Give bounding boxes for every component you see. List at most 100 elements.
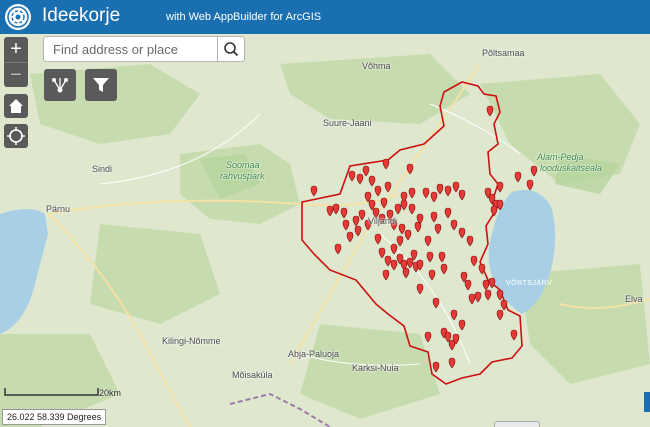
place-label-suure-jaani: Suure-Jaani — [323, 118, 372, 128]
idea-marker-pin-icon[interactable] — [450, 219, 458, 231]
idea-marker-pin-icon[interactable] — [486, 105, 494, 117]
idea-marker-pin-icon[interactable] — [402, 267, 410, 279]
zoom-control: + − — [4, 37, 28, 87]
idea-marker-pin-icon[interactable] — [458, 319, 466, 331]
share-button[interactable] — [44, 69, 76, 101]
idea-marker-pin-icon[interactable] — [470, 255, 478, 267]
idea-marker-pin-icon[interactable] — [362, 165, 370, 177]
search-input[interactable] — [44, 37, 219, 61]
idea-marker-pin-icon[interactable] — [526, 179, 534, 191]
scale-label: 20km — [99, 388, 122, 398]
idea-marker-pin-icon[interactable] — [368, 175, 376, 187]
idea-marker-pin-icon[interactable] — [352, 215, 360, 227]
idea-marker-pin-icon[interactable] — [432, 297, 440, 309]
idea-marker-pin-icon[interactable] — [382, 158, 390, 170]
side-panel-toggle[interactable] — [644, 392, 650, 412]
idea-marker-pin-icon[interactable] — [436, 183, 444, 195]
idea-marker-pin-icon[interactable] — [488, 277, 496, 289]
idea-marker-pin-icon[interactable] — [458, 227, 466, 239]
my-location-button[interactable] — [4, 124, 28, 148]
idea-marker-pin-icon[interactable] — [310, 185, 318, 197]
idea-marker-pin-icon[interactable] — [430, 211, 438, 223]
app-title: Ideekorje — [42, 5, 121, 26]
idea-marker-pin-icon[interactable] — [408, 203, 416, 215]
coordinates-readout[interactable]: 26.022 58.339 Degrees — [2, 409, 107, 425]
idea-marker-pin-icon[interactable] — [484, 289, 492, 301]
idea-marker-pin-icon[interactable] — [468, 293, 476, 305]
share-network-icon — [52, 78, 68, 93]
globe-logo-icon — [5, 4, 31, 30]
idea-marker-pin-icon[interactable] — [406, 257, 414, 269]
idea-marker-pin-icon[interactable] — [424, 235, 432, 247]
attribution-toggle[interactable] — [494, 421, 540, 427]
idea-marker-pin-icon[interactable] — [346, 231, 354, 243]
idea-marker-pin-icon[interactable] — [374, 233, 382, 245]
idea-marker-pin-icon[interactable] — [358, 209, 366, 221]
idea-marker-pin-icon[interactable] — [424, 331, 432, 343]
idea-marker-pin-icon[interactable] — [496, 181, 504, 193]
idea-marker-pin-icon[interactable] — [332, 203, 340, 215]
idea-marker-pin-icon[interactable] — [434, 223, 442, 235]
filter-button[interactable] — [85, 69, 117, 101]
idea-marker-pin-icon[interactable] — [440, 263, 448, 275]
idea-marker-pin-icon[interactable] — [390, 259, 398, 271]
idea-marker-pin-icon[interactable] — [378, 247, 386, 259]
idea-marker-pin-icon[interactable] — [408, 187, 416, 199]
idea-marker-pin-icon[interactable] — [458, 189, 466, 201]
idea-marker-pin-icon[interactable] — [406, 163, 414, 175]
idea-marker-pin-icon[interactable] — [490, 205, 498, 217]
app-subtitle: with Web AppBuilder for ArcGIS — [166, 11, 322, 23]
idea-marker-pin-icon[interactable] — [448, 357, 456, 369]
idea-marker-pin-icon[interactable] — [342, 219, 350, 231]
idea-marker-pin-icon[interactable] — [444, 185, 452, 197]
idea-marker-pin-icon[interactable] — [374, 185, 382, 197]
idea-marker-pin-icon[interactable] — [384, 181, 392, 193]
idea-marker-pin-icon[interactable] — [400, 199, 408, 211]
idea-marker-pin-icon[interactable] — [430, 191, 438, 203]
idea-marker-pin-icon[interactable] — [390, 243, 398, 255]
idea-marker-pin-icon[interactable] — [404, 229, 412, 241]
idea-marker-pin-icon[interactable] — [416, 283, 424, 295]
idea-marker-pin-icon[interactable] — [354, 225, 362, 237]
place-label-parnu: Pärnu — [46, 204, 71, 214]
idea-marker-pin-icon[interactable] — [426, 251, 434, 263]
zoom-in-button[interactable]: + — [4, 37, 28, 62]
place-label-viljandi: Viljandi — [368, 216, 397, 226]
idea-marker-pin-icon[interactable] — [384, 255, 392, 267]
home-button[interactable] — [4, 94, 28, 118]
place-label-soomaa: Soomaa — [226, 160, 260, 170]
idea-marker-pin-icon[interactable] — [396, 235, 404, 247]
filter-icon — [93, 78, 109, 92]
idea-marker-pin-icon[interactable] — [500, 299, 508, 311]
idea-marker-pin-icon[interactable] — [466, 235, 474, 247]
idea-marker-pin-icon[interactable] — [348, 170, 356, 182]
idea-marker-pin-icon[interactable] — [438, 251, 446, 263]
idea-marker-pin-icon[interactable] — [452, 181, 460, 193]
home-icon — [9, 99, 23, 113]
idea-marker-pin-icon[interactable] — [340, 207, 348, 219]
place-label-alam-pedja: Alam-Pedja — [537, 152, 584, 162]
idea-marker-pin-icon[interactable] — [496, 309, 504, 321]
idea-marker-pin-icon[interactable] — [482, 279, 490, 291]
idea-marker-pin-icon[interactable] — [382, 269, 390, 281]
idea-marker-pin-icon[interactable] — [326, 205, 334, 217]
place-label-looduskaitseala: looduskaitseala — [540, 163, 603, 173]
idea-marker-pin-icon[interactable] — [432, 361, 440, 373]
idea-marker-pin-icon[interactable] — [450, 309, 458, 321]
idea-marker-pin-icon[interactable] — [398, 223, 406, 235]
idea-marker-pin-icon[interactable] — [428, 269, 436, 281]
idea-marker-pin-icon[interactable] — [464, 279, 472, 291]
idea-marker-pin-icon[interactable] — [474, 291, 482, 303]
idea-marker-pin-icon[interactable] — [356, 173, 364, 185]
idea-marker-pin-icon[interactable] — [510, 329, 518, 341]
idea-marker-pin-icon[interactable] — [334, 243, 342, 255]
idea-marker-pin-icon[interactable] — [514, 171, 522, 183]
locate-icon — [7, 127, 25, 145]
idea-marker-pin-icon[interactable] — [422, 187, 430, 199]
idea-marker-pin-icon[interactable] — [530, 165, 538, 177]
idea-marker-pin-icon[interactable] — [394, 203, 402, 215]
search-button[interactable] — [217, 37, 244, 61]
idea-marker-pin-icon[interactable] — [444, 207, 452, 219]
zoom-out-button[interactable]: − — [4, 62, 28, 88]
idea-marker-pin-icon[interactable] — [496, 289, 504, 301]
